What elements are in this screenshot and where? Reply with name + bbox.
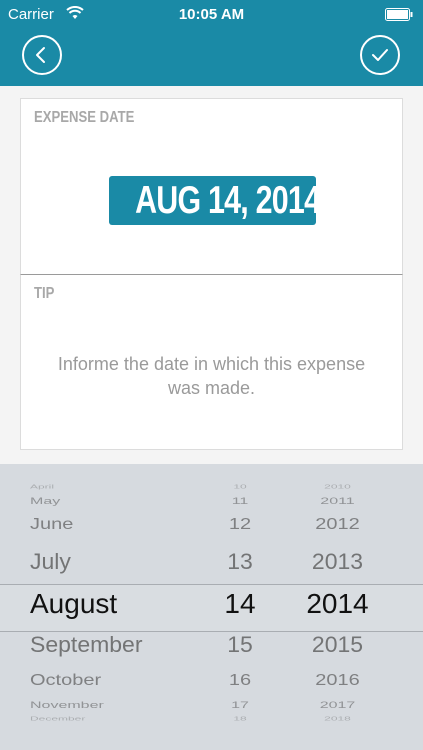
year-option[interactable]: 2013: [285, 551, 390, 573]
month-option[interactable]: November: [30, 701, 190, 711]
expense-date-text: AUG 14, 2014: [135, 179, 316, 222]
expense-date-card: EXPENSE DATE AUG 14, 2014: [20, 98, 403, 275]
date-picker[interactable]: April May June July August September October No…: [0, 464, 423, 750]
year-option[interactable]: 2018: [285, 716, 390, 721]
tip-label: TIP: [34, 285, 55, 302]
month-option-selected[interactable]: August: [30, 590, 190, 618]
month-option[interactable]: May: [30, 497, 190, 507]
month-option[interactable]: December: [30, 716, 190, 721]
back-button[interactable]: [22, 35, 62, 75]
expense-date-value[interactable]: AUG 14, 2014: [109, 176, 316, 225]
day-option[interactable]: 13: [205, 551, 275, 573]
year-option[interactable]: 2012: [285, 516, 390, 532]
day-option[interactable]: 11: [205, 497, 275, 507]
day-option[interactable]: 15: [205, 634, 275, 656]
tip-card: TIP Informe the date in which this expen…: [20, 275, 403, 450]
battery-icon: [385, 8, 413, 21]
year-wheel[interactable]: 2010 2011 2012 2013 2014 2015 2016 2017 2018: [285, 464, 390, 750]
month-option[interactable]: July: [30, 551, 190, 573]
year-option[interactable]: 2016: [285, 672, 390, 688]
day-option[interactable]: 16: [205, 672, 275, 688]
year-option-selected[interactable]: 2014: [285, 590, 390, 618]
chevron-left-icon: [36, 47, 45, 63]
status-bar: Carrier 10:05 AM: [0, 0, 423, 28]
year-option[interactable]: 2015: [285, 634, 390, 656]
day-wheel[interactable]: 10 11 12 13 14 15 16 17 18: [205, 464, 275, 750]
day-option[interactable]: 18: [205, 716, 275, 721]
year-option[interactable]: 2017: [285, 701, 390, 711]
month-option[interactable]: April: [30, 484, 190, 489]
confirm-button[interactable]: [360, 35, 400, 75]
checkmark-icon: [372, 49, 388, 61]
day-option-selected[interactable]: 14: [205, 590, 275, 618]
month-option[interactable]: October: [30, 672, 190, 688]
expense-date-label: EXPENSE DATE: [34, 109, 135, 126]
month-option[interactable]: September: [30, 634, 190, 656]
day-option[interactable]: 10: [205, 484, 275, 489]
clock: 10:05 AM: [178, 6, 245, 23]
year-option[interactable]: 2010: [285, 484, 390, 489]
month-wheel[interactable]: April May June July August September October No…: [30, 464, 190, 750]
day-option[interactable]: 17: [205, 701, 275, 711]
month-option[interactable]: June: [30, 516, 190, 532]
tip-text: Informe the date in which this expense w…: [57, 354, 366, 398]
day-option[interactable]: 12: [205, 516, 275, 532]
navigation-bar: Carrier 10:05 AM: [0, 0, 423, 86]
year-option[interactable]: 2011: [285, 497, 390, 507]
